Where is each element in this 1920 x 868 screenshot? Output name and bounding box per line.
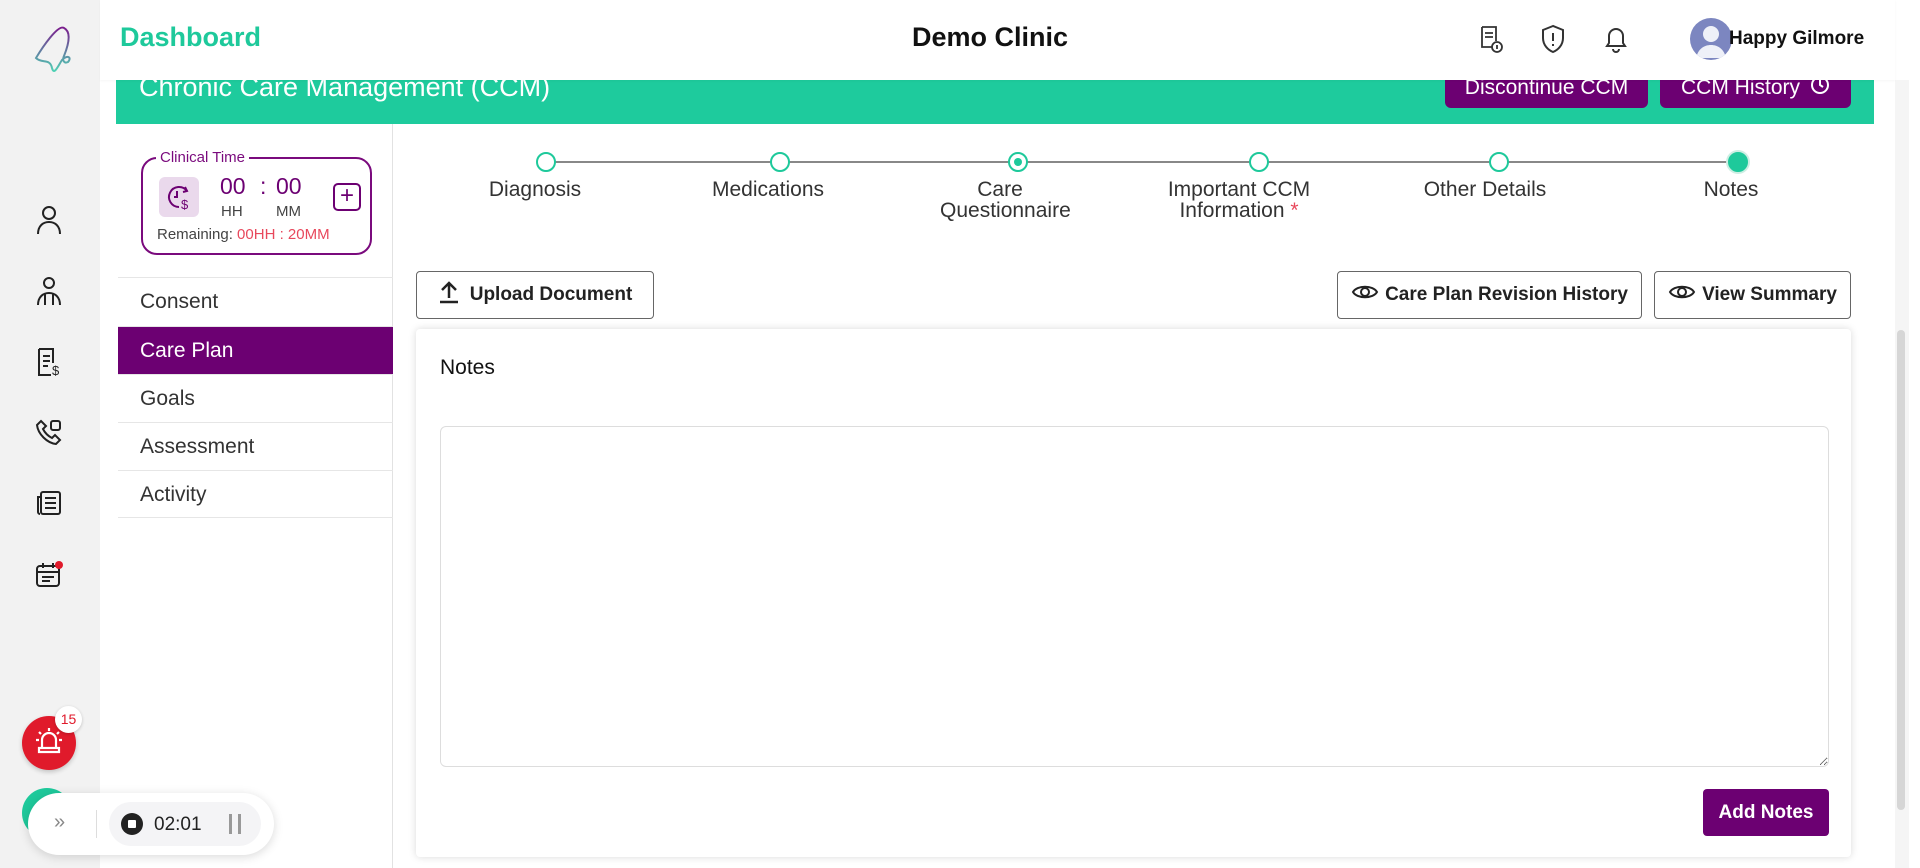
stepper-line (546, 161, 1738, 163)
step-node-notes[interactable] (1728, 152, 1748, 172)
menu-assessment[interactable]: Assessment (118, 422, 393, 470)
notes-textarea[interactable] (440, 426, 1829, 767)
remaining-time: Remaining: 00HH : 20MM (157, 226, 330, 243)
menu-consent[interactable]: Consent (118, 277, 393, 325)
add-notes-button[interactable]: Add Notes (1703, 789, 1829, 836)
step-node-diagnosis[interactable] (536, 152, 556, 172)
avatar[interactable] (1690, 18, 1732, 60)
patient-icon[interactable] (34, 205, 64, 235)
step-node-care-questionnaire[interactable] (1008, 152, 1028, 172)
reports-icon[interactable] (34, 488, 64, 518)
eye-icon (1351, 282, 1379, 308)
clinical-minutes: 00 (276, 173, 302, 199)
clinical-hours: 00 (220, 173, 246, 199)
user-name[interactable]: Happy Gilmore (1729, 28, 1864, 50)
billing-icon[interactable]: $ (34, 347, 64, 377)
hh-label: HH (221, 203, 243, 220)
step-medications[interactable]: Medications (658, 179, 878, 200)
recording-widget: » 02:01 (28, 793, 274, 855)
care-plan-revision-history-button[interactable]: Care Plan Revision History (1337, 271, 1642, 319)
top-header: Dashboard Demo Clinic Happy Gilmore (100, 0, 1895, 80)
required-marker: * (1290, 199, 1299, 222)
notes-card: Notes Add Notes (416, 329, 1851, 857)
summary-label: View Summary (1702, 284, 1837, 305)
phone-icon[interactable] (34, 417, 64, 447)
step-other-details[interactable]: Other Details (1375, 179, 1595, 200)
expand-icon[interactable]: » (54, 811, 65, 834)
alerts-count-badge: 15 (55, 706, 82, 733)
calendar-icon[interactable] (34, 560, 64, 590)
step-node-important-ccm[interactable] (1249, 152, 1269, 172)
pause-icon[interactable] (229, 814, 241, 834)
billing-timer-icon: $ (159, 177, 199, 217)
step-node-medications[interactable] (770, 152, 790, 172)
svg-text:$: $ (181, 197, 189, 211)
menu-care-plan[interactable]: Care Plan (118, 326, 393, 374)
upload-document-button[interactable]: Upload Document (416, 271, 654, 319)
upload-label: Upload Document (469, 284, 633, 305)
shield-alert-icon[interactable] (1536, 22, 1570, 56)
menu-goals[interactable]: Goals (118, 374, 393, 422)
remaining-label: Remaining: (157, 226, 233, 243)
step-node-other-details[interactable] (1489, 152, 1509, 172)
clinical-time-label: Clinical Time (156, 149, 250, 166)
step-notes[interactable]: Notes (1621, 179, 1841, 200)
recorder-controls: 02:01 (109, 802, 261, 846)
document-info-icon[interactable] (1473, 22, 1507, 56)
remaining-value: 00HH : 20MM (237, 226, 330, 243)
bell-icon[interactable] (1599, 22, 1633, 56)
care-nav-panel: Clinical Time $ 00 : 00 HH MM + Remainin… (118, 124, 393, 868)
recording-time: 02:01 (154, 814, 202, 835)
eye-icon (1668, 282, 1696, 308)
step-important-label: Important CCM Information (1167, 178, 1311, 222)
mm-label: MM (276, 203, 301, 220)
clinical-time-box: Clinical Time $ 00 : 00 HH MM + Remainin… (141, 149, 372, 255)
divider (96, 810, 97, 838)
step-diagnosis[interactable]: Diagnosis (425, 179, 645, 200)
add-time-button[interactable]: + (333, 183, 361, 211)
provider-icon[interactable] (34, 276, 64, 306)
view-summary-button[interactable]: View Summary (1654, 271, 1851, 319)
scrollbar-thumb[interactable] (1897, 330, 1905, 810)
upload-icon (438, 280, 460, 310)
step-important-ccm[interactable]: Important CCM Information * (1159, 179, 1319, 221)
revision-label: Care Plan Revision History (1385, 284, 1628, 305)
notes-title: Notes (440, 356, 495, 379)
stop-icon[interactable] (121, 813, 143, 835)
menu-activity[interactable]: Activity (118, 470, 393, 518)
time-separator: : (260, 173, 267, 199)
step-care-questionnaire[interactable]: Care Questionnaire (940, 179, 1071, 221)
svg-text:$: $ (52, 363, 60, 377)
logo-icon[interactable] (28, 22, 76, 83)
siren-icon (34, 726, 64, 761)
